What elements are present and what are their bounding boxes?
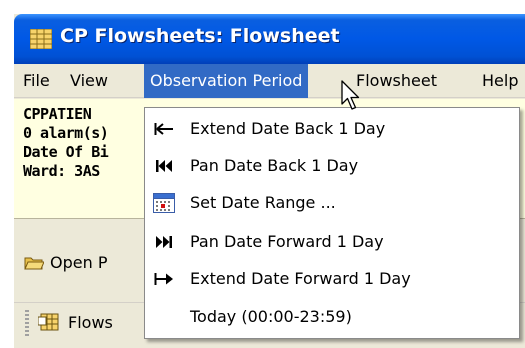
mouse-pointer-icon xyxy=(341,80,360,110)
title-bar[interactable]: CP Flowsheets: Flowsheet xyxy=(14,14,525,64)
menu-item-label: Pan Date Forward 1 Day xyxy=(190,232,384,251)
window-title: CP Flowsheets: Flowsheet xyxy=(60,25,340,47)
menu-item-extend-date-back[interactable]: Extend Date Back 1 Day xyxy=(145,111,519,147)
menu-item-pan-date-forward[interactable]: Pan Date Forward 1 Day xyxy=(145,224,519,260)
menu-item-label: Extend Date Forward 1 Day xyxy=(190,269,411,288)
flowsheet-grid-icon xyxy=(38,313,59,331)
pan-back-icon xyxy=(153,156,175,176)
patient-ward: Ward: 3AS xyxy=(23,162,100,180)
pan-forward-icon xyxy=(153,232,175,252)
menu-flowsheet[interactable]: Flowsheet xyxy=(350,64,443,98)
flowsheets-label: Flows xyxy=(68,313,113,332)
extend-forward-icon xyxy=(153,269,175,289)
menu-item-set-date-range[interactable]: Set Date Range ... xyxy=(145,185,519,221)
patient-alarms: 0 alarm(s) xyxy=(23,124,109,142)
menu-view[interactable]: View xyxy=(64,64,114,98)
patient-dob: Date Of Bi xyxy=(23,143,109,161)
menu-item-label: Extend Date Back 1 Day xyxy=(190,119,386,138)
menu-bar: File View Observation Period Flowsheet H… xyxy=(14,64,525,98)
observation-period-menu: Extend Date Back 1 Day Pan Date Back 1 D… xyxy=(144,107,520,339)
menu-item-label: Set Date Range ... xyxy=(190,193,336,212)
menu-file[interactable]: File xyxy=(17,64,56,98)
menu-item-today[interactable]: Today (00:00-23:59) xyxy=(145,299,519,335)
menu-observation-period[interactable]: Observation Period xyxy=(144,64,309,98)
flowsheet-app-icon xyxy=(30,29,52,49)
extend-back-icon xyxy=(153,119,175,139)
menu-item-extend-date-forward[interactable]: Extend Date Forward 1 Day xyxy=(145,261,519,297)
open-patient-label: Open P xyxy=(50,253,108,272)
toolbar-grip[interactable] xyxy=(25,310,29,336)
menu-item-label: Today (00:00-23:59) xyxy=(190,307,352,326)
menu-item-pan-date-back[interactable]: Pan Date Back 1 Day xyxy=(145,148,519,184)
patient-name: CPPATIEN xyxy=(23,105,92,123)
menu-item-label: Pan Date Back 1 Day xyxy=(190,156,359,175)
folder-open-icon xyxy=(24,257,44,270)
calendar-icon xyxy=(153,193,175,213)
menu-help[interactable]: Help xyxy=(476,64,524,98)
